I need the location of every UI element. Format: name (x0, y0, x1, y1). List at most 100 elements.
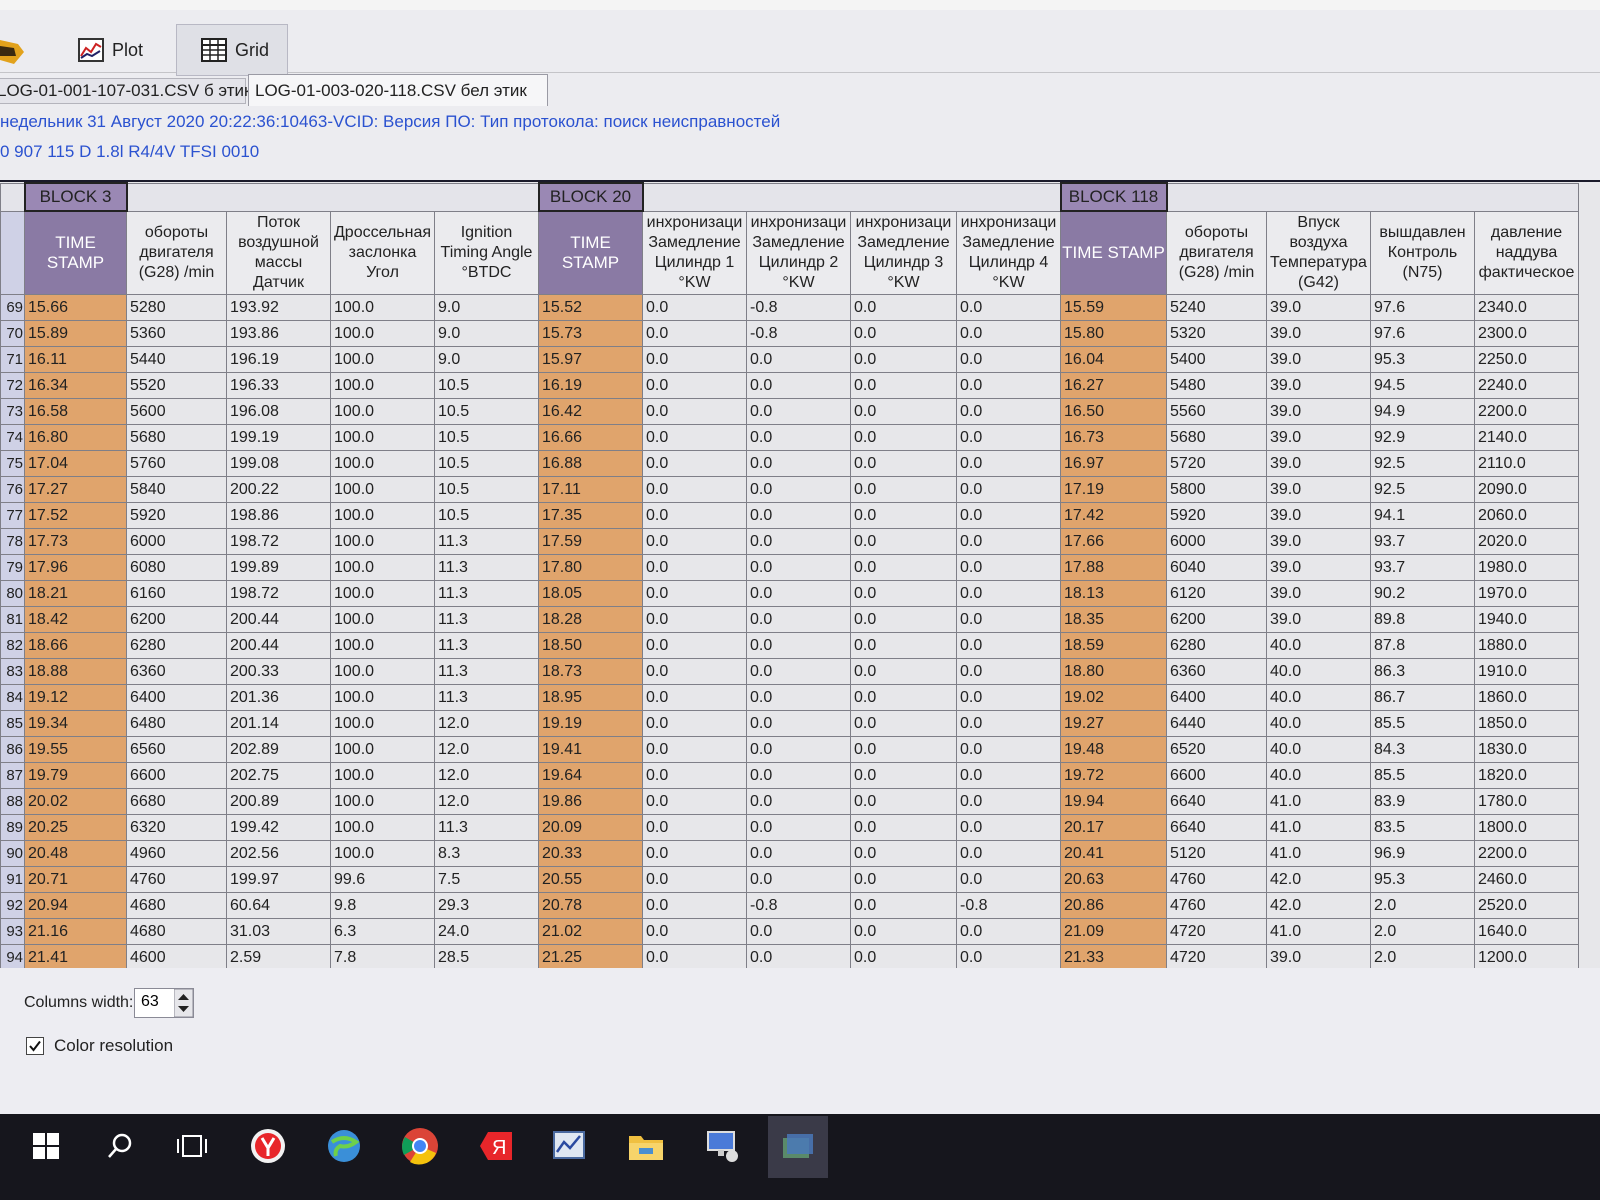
value-cell[interactable]: 4600 (126, 944, 227, 968)
value-cell[interactable]: 11.3 (434, 606, 539, 633)
timestamp-cell[interactable]: 16.80 (24, 424, 127, 451)
timestamp-cell[interactable]: 15.97 (538, 346, 643, 373)
value-cell[interactable]: 100.0 (330, 502, 435, 529)
yandex-browser-icon[interactable] (246, 1124, 290, 1168)
timestamp-cell[interactable]: 15.52 (538, 294, 643, 321)
value-cell[interactable]: 96.9 (1370, 840, 1475, 867)
value-cell[interactable]: 2200.0 (1474, 840, 1579, 867)
table-row[interactable]: 80 18.21 6160 198.72 100.0 11.3 18.05 0.0 0.0 0.0… (0, 580, 1579, 607)
value-cell[interactable]: 29.3 (434, 892, 539, 919)
column-header[interactable]: Впуск воздуха Температура (G42) (1266, 210, 1371, 295)
value-cell[interactable]: 39.0 (1266, 398, 1371, 425)
value-cell[interactable]: 100.0 (330, 658, 435, 685)
table-row[interactable]: 92 20.94 4680 60.64 9.8 29.3 20.78 0.0 -0.8 0.0 -0… (0, 892, 1579, 919)
value-cell[interactable]: 6360 (1166, 658, 1267, 685)
timestamp-cell[interactable]: 20.09 (538, 814, 643, 841)
column-header[interactable]: обороты двигателя (G28) /min (126, 210, 227, 295)
value-cell[interactable]: 24.0 (434, 918, 539, 945)
value-cell[interactable]: 6600 (126, 762, 227, 789)
timestamp-cell[interactable]: 19.12 (24, 684, 127, 711)
value-cell[interactable]: 0.0 (850, 450, 957, 477)
value-cell[interactable]: 1200.0 (1474, 944, 1579, 968)
value-cell[interactable]: 9.0 (434, 294, 539, 321)
value-cell[interactable]: 85.5 (1370, 762, 1475, 789)
value-cell[interactable]: 0.0 (642, 294, 747, 321)
value-cell[interactable]: 2140.0 (1474, 424, 1579, 451)
timestamp-cell[interactable]: 18.50 (538, 632, 643, 659)
value-cell[interactable]: 5120 (1166, 840, 1267, 867)
value-cell[interactable]: 39.0 (1266, 606, 1371, 633)
value-cell[interactable]: 6640 (1166, 814, 1267, 841)
value-cell[interactable]: 0.0 (850, 502, 957, 529)
value-cell[interactable]: 100.0 (330, 788, 435, 815)
value-cell[interactable]: 0.0 (850, 372, 957, 399)
value-cell[interactable]: -0.8 (746, 320, 851, 347)
value-cell[interactable]: 0.0 (642, 476, 747, 503)
value-cell[interactable]: 28.5 (434, 944, 539, 968)
value-cell[interactable]: 90.2 (1370, 580, 1475, 607)
value-cell[interactable]: -0.8 (746, 892, 851, 919)
table-row[interactable]: 93 21.16 4680 31.03 6.3 24.0 21.02 0.0 0.0 0.0 0.0… (0, 918, 1579, 945)
value-cell[interactable]: 0.0 (956, 840, 1061, 867)
file-tab-1[interactable]: LOG-01-001-107-031.CSV б этик (0, 78, 251, 104)
value-cell[interactable]: 0.0 (956, 814, 1061, 841)
plot-button[interactable]: Plot (78, 24, 168, 76)
chrome-icon[interactable] (398, 1124, 442, 1168)
value-cell[interactable]: 0.0 (850, 398, 957, 425)
value-cell[interactable]: 0.0 (850, 320, 957, 347)
value-cell[interactable]: 0.0 (642, 424, 747, 451)
value-cell[interactable]: 42.0 (1266, 866, 1371, 893)
value-cell[interactable]: 6120 (1166, 580, 1267, 607)
value-cell[interactable]: 4720 (1166, 944, 1267, 968)
value-cell[interactable]: 0.0 (850, 814, 957, 841)
value-cell[interactable]: 193.86 (226, 320, 331, 347)
value-cell[interactable]: 0.0 (746, 684, 851, 711)
task-view-icon[interactable] (170, 1124, 214, 1168)
value-cell[interactable]: 5920 (1166, 502, 1267, 529)
value-cell[interactable]: 5800 (1166, 476, 1267, 503)
value-cell[interactable]: 41.0 (1266, 918, 1371, 945)
value-cell[interactable]: 0.0 (642, 788, 747, 815)
value-cell[interactable]: 4680 (126, 918, 227, 945)
value-cell[interactable]: 2.0 (1370, 892, 1475, 919)
value-cell[interactable]: 196.19 (226, 346, 331, 373)
value-cell[interactable]: 86.3 (1370, 658, 1475, 685)
table-row[interactable]: 69 15.66 5280 193.92 100.0 9.0 15.52 0.0 -0.8 0.0… (0, 294, 1579, 321)
value-cell[interactable]: 2250.0 (1474, 346, 1579, 373)
value-cell[interactable]: 87.8 (1370, 632, 1475, 659)
value-cell[interactable]: 6600 (1166, 762, 1267, 789)
value-cell[interactable]: 1850.0 (1474, 710, 1579, 737)
value-cell[interactable]: 2.59 (226, 944, 331, 968)
value-cell[interactable]: 0.0 (956, 866, 1061, 893)
value-cell[interactable]: 0.0 (956, 372, 1061, 399)
value-cell[interactable]: 0.0 (642, 320, 747, 347)
value-cell[interactable]: 97.6 (1370, 320, 1475, 347)
value-cell[interactable]: 10.5 (434, 502, 539, 529)
color-resolution-option[interactable]: Color resolution (26, 1036, 173, 1056)
value-cell[interactable]: 200.22 (226, 476, 331, 503)
value-cell[interactable]: 11.3 (434, 658, 539, 685)
value-cell[interactable]: 4680 (126, 892, 227, 919)
value-cell[interactable]: 0.0 (746, 736, 851, 763)
value-cell[interactable]: 97.6 (1370, 294, 1475, 321)
value-cell[interactable]: 2520.0 (1474, 892, 1579, 919)
value-cell[interactable]: 0.0 (642, 814, 747, 841)
value-cell[interactable]: 2.0 (1370, 918, 1475, 945)
table-row[interactable]: 85 19.34 6480 201.14 100.0 12.0 19.19 0.0 0.0 0.0… (0, 710, 1579, 737)
value-cell[interactable]: 92.5 (1370, 476, 1475, 503)
value-cell[interactable]: 39.0 (1266, 424, 1371, 451)
table-row[interactable]: 76 17.27 5840 200.22 100.0 10.5 17.11 0.0 0.0 0.0… (0, 476, 1579, 503)
value-cell[interactable]: 0.0 (746, 632, 851, 659)
value-cell[interactable]: 0.0 (642, 684, 747, 711)
timestamp-cell[interactable]: 17.52 (24, 502, 127, 529)
value-cell[interactable]: 0.0 (956, 424, 1061, 451)
value-cell[interactable]: 12.0 (434, 710, 539, 737)
value-cell[interactable]: 6000 (1166, 528, 1267, 555)
value-cell[interactable]: 6200 (126, 606, 227, 633)
value-cell[interactable]: 200.89 (226, 788, 331, 815)
timestamp-cell[interactable]: 16.88 (538, 450, 643, 477)
value-cell[interactable]: 60.64 (226, 892, 331, 919)
value-cell[interactable]: 10.5 (434, 476, 539, 503)
value-cell[interactable]: 100.0 (330, 320, 435, 347)
timestamp-cell[interactable]: 17.19 (1060, 476, 1167, 503)
